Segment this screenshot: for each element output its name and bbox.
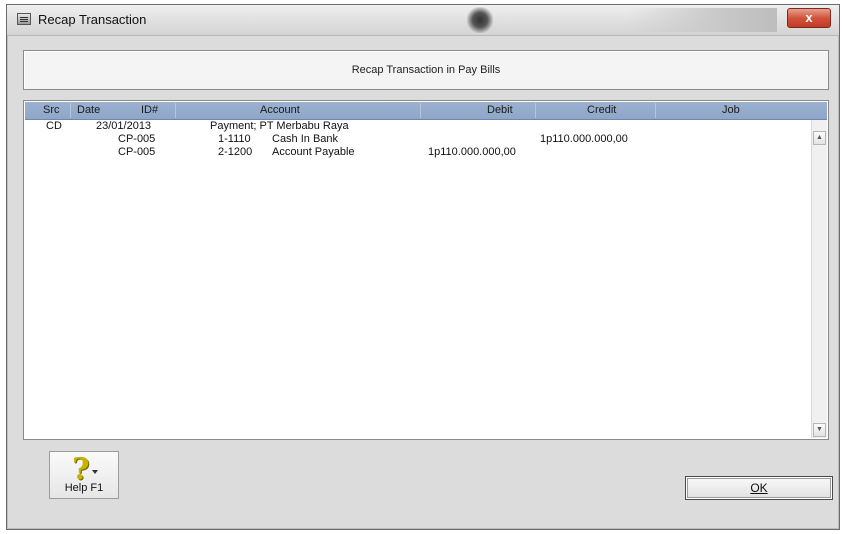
grid-header: Src Date ID# Account Debit Credit Job xyxy=(25,102,827,120)
help-button[interactable]: ? Help F1 xyxy=(49,451,119,499)
column-header-id[interactable]: ID# xyxy=(141,104,158,116)
titlebar-artifact xyxy=(467,7,493,33)
close-icon: x xyxy=(805,10,813,25)
column-divider xyxy=(175,103,176,118)
column-header-date[interactable]: Date xyxy=(77,104,100,116)
cell-id: CP-005 xyxy=(118,146,156,158)
column-header-job[interactable]: Job xyxy=(722,104,740,116)
ok-button-label: OK xyxy=(750,481,768,495)
recap-transaction-window: Recap Transaction x Recap Transaction in… xyxy=(6,4,840,530)
title-bar[interactable]: Recap Transaction x xyxy=(7,5,839,36)
table-row[interactable]: CP-005 1-1110 Cash In Bank 1p110.000.000… xyxy=(24,133,811,146)
dropdown-caret-icon xyxy=(92,470,98,474)
grid-rows: CD 23/01/2013 Payment; PT Merbabu Raya C… xyxy=(24,120,811,439)
cell-account-name: Cash In Bank xyxy=(272,133,339,145)
cell-id: CP-005 xyxy=(118,133,156,145)
cell-account-name: Account Payable xyxy=(272,146,355,158)
titlebar-blur xyxy=(627,8,777,32)
column-header-debit[interactable]: Debit xyxy=(487,104,513,116)
cell-account-no: 2-1200 xyxy=(218,146,253,158)
column-header-credit[interactable]: Credit xyxy=(587,104,616,116)
column-divider xyxy=(420,103,421,118)
ok-button[interactable]: OK xyxy=(685,476,833,500)
arrow-up-icon: ▲ xyxy=(816,134,823,141)
scroll-down-button[interactable]: ▼ xyxy=(813,423,826,437)
cell-src: CD xyxy=(46,120,62,132)
table-row[interactable]: CP-005 2-1200 Account Payable 1p110.000.… xyxy=(24,146,811,159)
cell-account: Payment; PT Merbabu Raya xyxy=(210,120,349,132)
help-button-label: Help F1 xyxy=(64,482,104,494)
column-header-src[interactable]: Src xyxy=(43,104,60,116)
cell-account-no: 1-1110 xyxy=(218,133,251,145)
arrow-down-icon: ▼ xyxy=(816,426,823,433)
column-divider xyxy=(655,103,656,118)
column-divider xyxy=(70,103,71,118)
cell-date: 23/01/2013 xyxy=(96,120,152,132)
window-title: Recap Transaction xyxy=(38,12,147,27)
column-header-account[interactable]: Account xyxy=(260,104,300,116)
close-button[interactable]: x xyxy=(787,8,831,28)
cell-credit: 1p110.000.000,00 xyxy=(540,133,628,145)
table-row[interactable]: CD 23/01/2013 Payment; PT Merbabu Raya xyxy=(24,120,811,133)
recap-banner: Recap Transaction in Pay Bills xyxy=(23,50,829,90)
scroll-up-button[interactable]: ▲ xyxy=(813,131,826,145)
transaction-grid: Src Date ID# Account Debit Credit Job CD… xyxy=(23,100,829,440)
cell-debit: 1p110.000.000,00 xyxy=(428,146,516,158)
column-divider xyxy=(535,103,536,118)
vertical-scrollbar[interactable]: ▲ ▼ xyxy=(811,120,827,438)
window-app-icon xyxy=(17,13,31,25)
